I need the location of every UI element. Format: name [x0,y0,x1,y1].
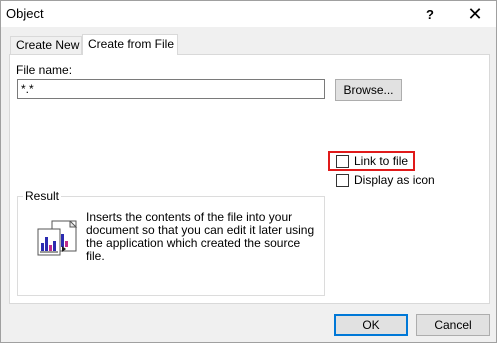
browse-button[interactable]: Browse... [335,79,402,101]
ok-button[interactable]: OK [334,314,408,336]
create-from-file-panel: File name: Browse... Link to file Displa… [9,54,490,304]
title-bar: Object ? ✕ [1,1,496,27]
close-icon[interactable]: ✕ [458,1,492,27]
help-icon[interactable]: ? [413,1,447,27]
display-as-icon-checkbox[interactable] [336,173,349,187]
tab-create-new[interactable]: Create New [10,36,82,55]
result-label: Result [23,189,62,203]
object-dialog: Object ? ✕ Create New Create from File F… [0,0,497,343]
result-group: Result Inserts the contents of the file … [17,189,325,296]
link-to-file-checkbox[interactable] [336,154,349,168]
cancel-button[interactable]: Cancel [416,314,490,336]
document-chart-icon [37,220,78,256]
display-as-icon-option[interactable]: Display as icon [336,173,435,187]
file-name-label: File name: [16,63,73,77]
window-title: Object [6,6,44,21]
result-description: Inserts the contents of the file into yo… [86,210,315,263]
file-name-input[interactable] [17,79,325,99]
display-as-icon-label[interactable]: Display as icon [354,173,435,187]
link-to-file-label[interactable]: Link to file [354,154,408,168]
tab-create-from-file[interactable]: Create from File [82,34,178,55]
link-to-file-option[interactable]: Link to file [328,151,415,171]
